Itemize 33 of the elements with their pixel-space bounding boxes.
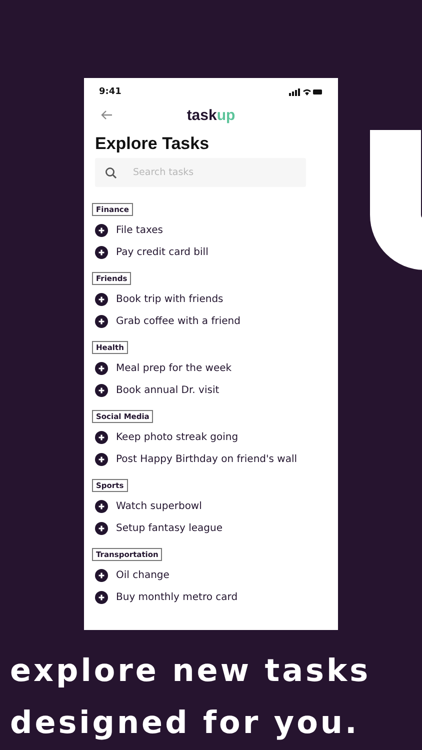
task-item[interactable]: Oil change <box>116 570 170 580</box>
task-item[interactable]: Setup fantasy league <box>116 522 223 534</box>
add-icon[interactable] <box>95 314 108 328</box>
page-title: Explore Tasks <box>95 134 210 154</box>
task-item[interactable]: Book annual Dr. visit <box>116 384 220 396</box>
search-icon <box>105 167 117 179</box>
task-item[interactable]: Keep photo streak going <box>116 432 238 442</box>
add-icon[interactable] <box>95 568 108 582</box>
caption-text: designed for you. <box>10 704 360 743</box>
add-icon[interactable] <box>95 224 108 236</box>
add-icon[interactable] <box>95 522 108 534</box>
task-item[interactable]: Buy monthly metro card <box>116 592 238 602</box>
add-icon[interactable] <box>95 590 108 604</box>
task-item[interactable]: Meal prep for the week <box>116 362 232 374</box>
task-item[interactable]: Watch superbowl <box>116 500 202 512</box>
add-icon[interactable] <box>95 362 108 374</box>
add-icon[interactable] <box>95 246 108 258</box>
task-item[interactable]: File taxes <box>116 224 163 236</box>
add-icon[interactable] <box>95 500 108 512</box>
task-item[interactable]: Post Happy Birthday on friend's wall <box>116 454 298 464</box>
task-item[interactable]: Grab coffee with a friend <box>116 316 240 326</box>
status-time: 9:41 <box>99 87 122 97</box>
app-logo: taskup <box>186 106 236 124</box>
add-icon[interactable] <box>95 452 108 466</box>
task-item[interactable]: Book trip with friends <box>116 294 224 304</box>
add-icon[interactable] <box>95 292 108 306</box>
search-field[interactable]: Search tasks <box>95 158 306 187</box>
caption-text: explore new tasks <box>10 652 371 691</box>
task-item[interactable]: Pay credit card bill <box>116 246 208 258</box>
add-icon[interactable] <box>95 430 108 444</box>
back-arrow-icon[interactable] <box>101 110 113 120</box>
status-icons <box>289 88 323 96</box>
add-icon[interactable] <box>95 384 108 396</box>
